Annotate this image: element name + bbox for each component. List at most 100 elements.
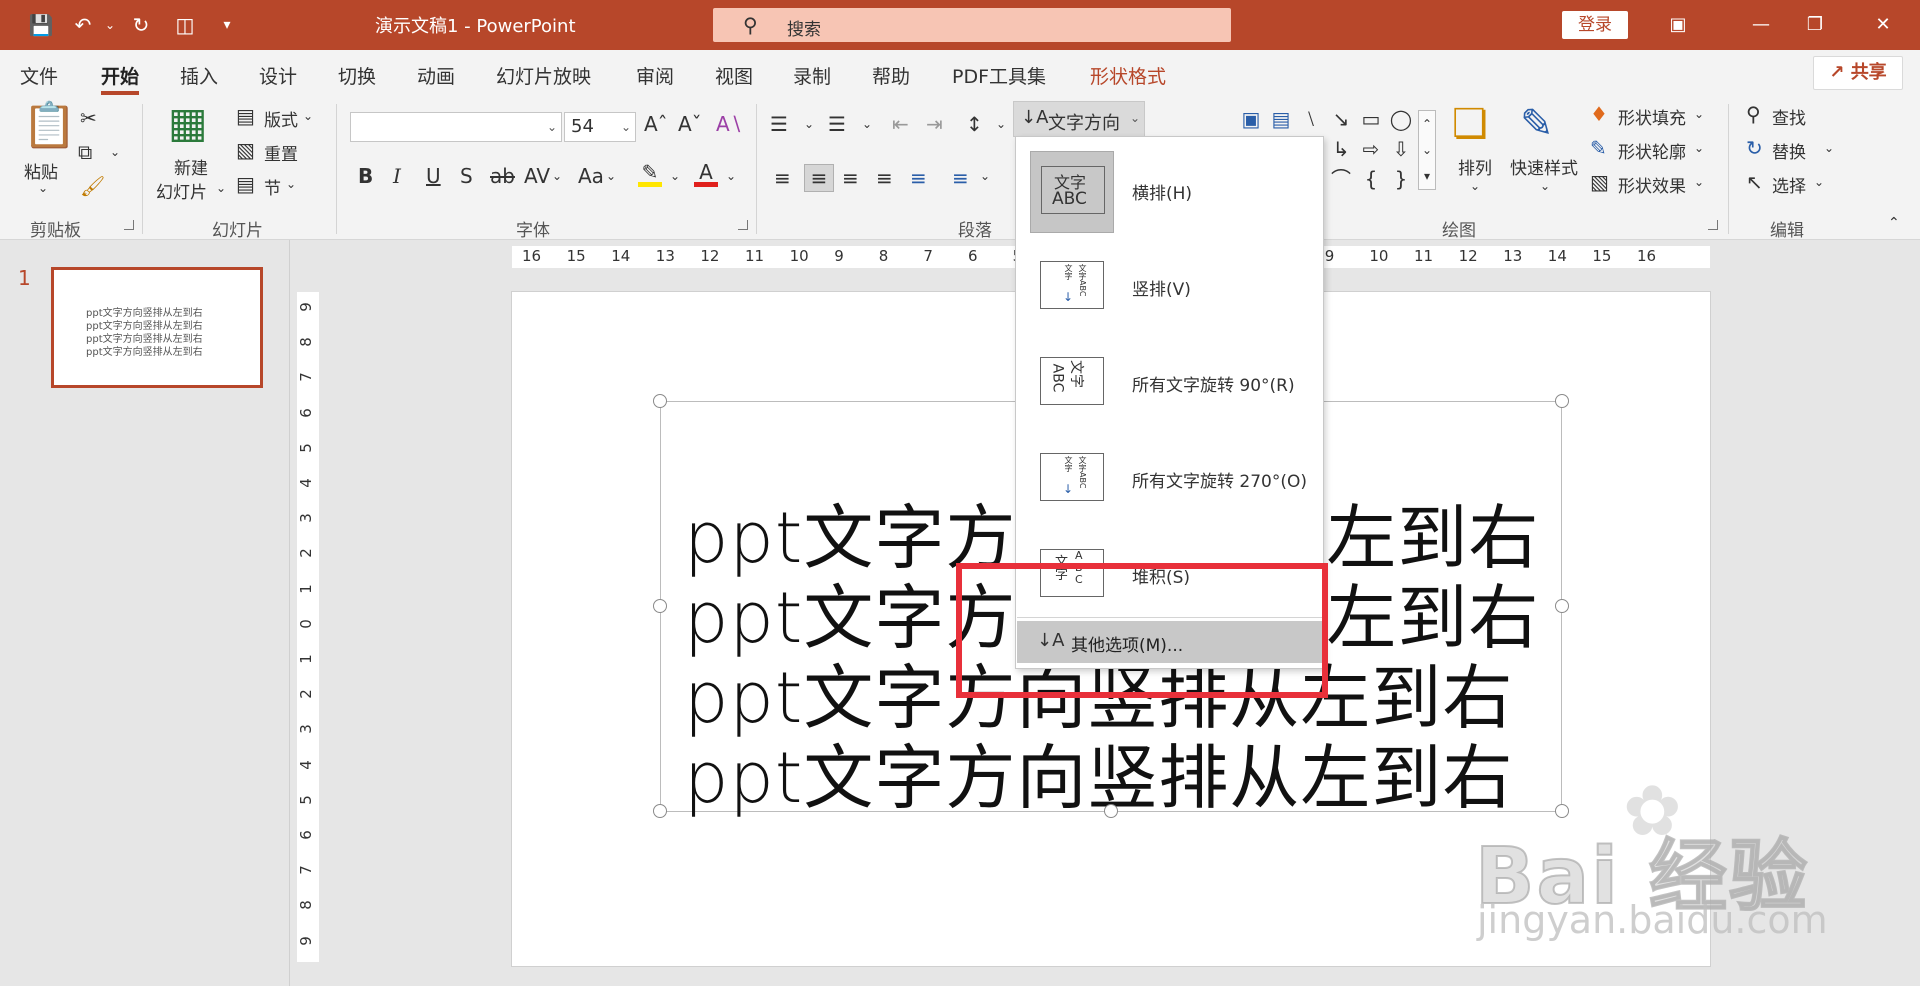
shape-outline-dropdown-icon[interactable]: ⌄: [1694, 142, 1704, 154]
tab-transitions[interactable]: 切换: [338, 62, 376, 89]
resize-handle[interactable]: [653, 394, 667, 408]
new-slide-icon[interactable]: ▦: [168, 102, 208, 144]
section-dropdown-icon[interactable]: ⌄: [286, 178, 296, 190]
copy-icon[interactable]: ⧉: [78, 142, 92, 162]
drawing-launcher-icon[interactable]: [1708, 220, 1718, 230]
shape-effects-icon[interactable]: ▧: [1590, 172, 1609, 192]
italic-button[interactable]: I: [393, 166, 401, 186]
menu-item-rotate-90[interactable]: 文字 ABC 所有文字旋转 90°(R): [1016, 335, 1323, 429]
redo-icon[interactable]: ↻: [128, 12, 154, 38]
new-slide-label-1[interactable]: 新建: [174, 154, 208, 179]
resize-handle[interactable]: [1555, 394, 1569, 408]
copy-dropdown-icon[interactable]: ⌄: [110, 146, 120, 158]
save-icon[interactable]: 💾: [28, 12, 54, 38]
char-spacing-dropdown-icon[interactable]: ⌄: [552, 170, 562, 182]
menu-item-rotate-270[interactable]: 文字ABC 文字 ↓ 所有文字旋转 270°(O): [1016, 431, 1323, 525]
shape-effects-dropdown-icon[interactable]: ⌄: [1694, 176, 1704, 188]
brace-left-shape-icon[interactable]: {: [1358, 166, 1384, 192]
tab-review[interactable]: 审阅: [636, 62, 674, 89]
strikethrough-button[interactable]: ab: [490, 166, 515, 186]
shape-effects-button[interactable]: 形状效果: [1618, 172, 1686, 197]
tab-pdf-tools[interactable]: PDF工具集: [952, 62, 1046, 89]
arrange-button[interactable]: 排列: [1458, 154, 1492, 179]
replace-dropdown-icon[interactable]: ⌄: [1824, 142, 1834, 154]
tab-record[interactable]: 录制: [793, 62, 831, 89]
paste-icon[interactable]: 📋: [22, 104, 77, 148]
line-spacing-dropdown-icon[interactable]: ⌄: [996, 118, 1006, 130]
tab-shape-format[interactable]: 形状格式: [1090, 62, 1166, 89]
tab-view[interactable]: 视图: [715, 62, 753, 89]
change-case-button[interactable]: Aa: [578, 166, 604, 186]
columns-icon[interactable]: ≡: [952, 168, 969, 188]
decrease-indent-icon[interactable]: ⇤: [892, 114, 909, 134]
char-spacing-button[interactable]: AV: [524, 166, 550, 186]
font-color-dropdown-icon[interactable]: ⌄: [726, 170, 736, 182]
undo-icon[interactable]: ↶: [70, 12, 96, 38]
ribbon-display-icon[interactable]: ▣: [1664, 12, 1692, 38]
line-shape-icon[interactable]: ⧵: [1298, 106, 1324, 132]
text-direction-button[interactable]: ↓A 文字方向 ⌄: [1013, 101, 1145, 137]
highlight-dropdown-icon[interactable]: ⌄: [670, 170, 680, 182]
down-arrow-shape-icon[interactable]: ⇩: [1388, 136, 1414, 162]
shape-outline-icon[interactable]: ✎: [1590, 138, 1607, 158]
new-slide-label-2[interactable]: 幻灯片: [156, 178, 207, 203]
resize-handle[interactable]: [1104, 804, 1118, 818]
font-name-combo[interactable]: ⌄: [350, 112, 562, 142]
bullets-dropdown-icon[interactable]: ⌄: [804, 118, 814, 130]
present-icon[interactable]: ◫: [172, 12, 198, 38]
layout-icon[interactable]: ▤: [236, 106, 255, 126]
replace-icon[interactable]: ↻: [1746, 138, 1763, 158]
bullets-icon[interactable]: ☰: [770, 114, 788, 134]
highlight-icon[interactable]: ✎: [638, 162, 662, 187]
arrow-shape-icon[interactable]: ↘: [1328, 106, 1354, 132]
distribute-icon[interactable]: ≡: [910, 168, 927, 188]
tab-design[interactable]: 设计: [259, 62, 297, 89]
reset-button[interactable]: 重置: [264, 140, 298, 165]
font-color-icon[interactable]: A: [694, 162, 718, 187]
search-input[interactable]: ⚲ 搜索: [713, 8, 1231, 42]
quick-styles-button[interactable]: 快速样式: [1510, 154, 1578, 179]
arrange-dropdown-icon[interactable]: ⌄: [1470, 180, 1480, 192]
tab-file[interactable]: 文件: [20, 62, 58, 89]
clipboard-launcher-icon[interactable]: [124, 220, 134, 230]
numbering-dropdown-icon[interactable]: ⌄: [862, 118, 872, 130]
increase-indent-icon[interactable]: ⇥: [926, 114, 943, 134]
shape-fill-icon[interactable]: ♦: [1590, 104, 1608, 124]
minimize-icon[interactable]: —: [1747, 12, 1775, 38]
tab-help[interactable]: 帮助: [872, 62, 910, 89]
shape-fill-dropdown-icon[interactable]: ⌄: [1694, 108, 1704, 120]
clear-format-icon[interactable]: A∖: [716, 114, 742, 134]
select-button[interactable]: 选择: [1772, 172, 1806, 197]
menu-item-vertical[interactable]: 文字ABC 文字 ↓ 竖排(V): [1016, 239, 1323, 333]
tab-insert[interactable]: 插入: [180, 62, 218, 89]
tab-home[interactable]: 开始: [101, 62, 140, 95]
customize-toolbar-icon[interactable]: ▾: [214, 12, 240, 38]
font-size-combo[interactable]: 54 ⌄: [564, 112, 636, 142]
menu-item-horizontal[interactable]: 文字 ABC 横排(H): [1016, 143, 1323, 237]
change-case-dropdown-icon[interactable]: ⌄: [606, 170, 616, 182]
section-icon[interactable]: ▤: [236, 174, 255, 194]
layout-button[interactable]: 版式: [264, 106, 298, 131]
line-spacing-icon[interactable]: ↕: [966, 114, 983, 134]
new-slide-dropdown-icon[interactable]: ⌄: [216, 182, 226, 194]
close-icon[interactable]: ✕: [1869, 12, 1897, 38]
quick-styles-icon[interactable]: ✎: [1520, 104, 1554, 144]
share-button[interactable]: ↗ 共享: [1813, 56, 1903, 90]
paste-dropdown-icon[interactable]: ⌄: [38, 182, 48, 194]
curve-shape-icon[interactable]: ⌒: [1328, 166, 1354, 192]
find-icon[interactable]: ⚲: [1746, 104, 1761, 124]
textbox-shape-icon[interactable]: ▣: [1238, 106, 1264, 132]
restore-icon[interactable]: ❐: [1801, 12, 1829, 38]
elbow-connector-icon[interactable]: ↳: [1328, 136, 1354, 162]
brace-right-shape-icon[interactable]: }: [1388, 166, 1414, 192]
resize-handle[interactable]: [653, 599, 667, 613]
shrink-font-icon[interactable]: Aˇ: [678, 114, 702, 134]
shape-fill-button[interactable]: 形状填充: [1618, 104, 1686, 129]
shadow-button[interactable]: S: [460, 166, 473, 186]
right-arrow-shape-icon[interactable]: ⇨: [1358, 136, 1384, 162]
resize-handle[interactable]: [653, 804, 667, 818]
arrange-icon[interactable]: ❏: [1452, 104, 1488, 144]
find-button[interactable]: 查找: [1772, 104, 1806, 129]
font-launcher-icon[interactable]: [738, 220, 748, 230]
oval-shape-icon[interactable]: ◯: [1388, 106, 1414, 132]
